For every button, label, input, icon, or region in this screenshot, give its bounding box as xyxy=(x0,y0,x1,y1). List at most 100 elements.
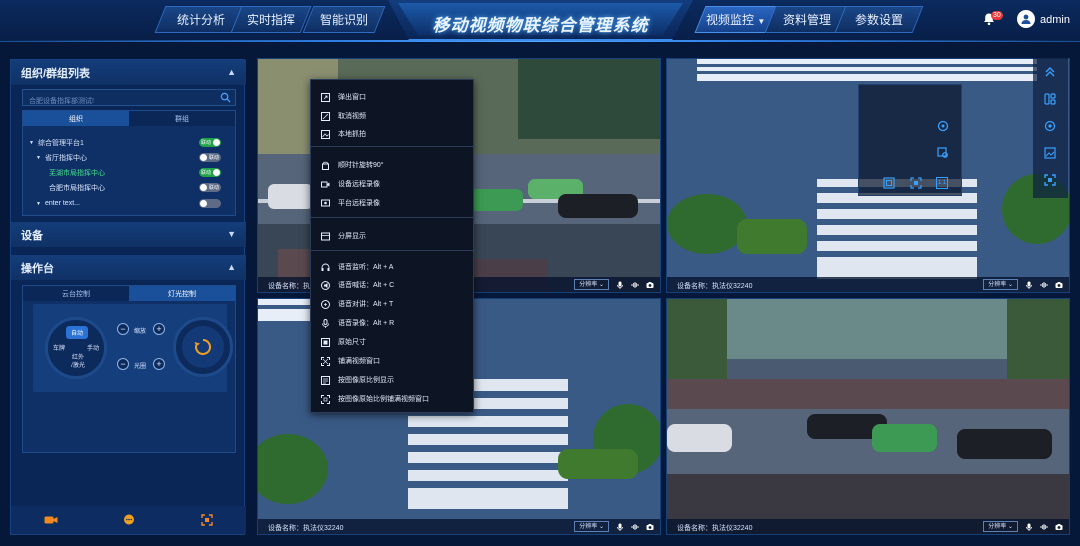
tree-node[interactable]: ▼ enter text... xyxy=(29,197,231,210)
search-icon[interactable] xyxy=(220,92,231,103)
caret-down-icon[interactable]: ▼ xyxy=(29,140,34,146)
camera-snapshot-icon[interactable] xyxy=(1055,523,1063,531)
camera-switch-icon[interactable] xyxy=(1044,120,1056,132)
ptz-control-area: 自动 车牌 手动 红外 /激光 − 缩放 + − 光圈 + xyxy=(33,304,233,392)
username[interactable]: admin xyxy=(1040,14,1070,26)
tree-node-label: 省厅指挥中心 xyxy=(44,154,87,162)
camera-snapshot-icon[interactable] xyxy=(646,281,654,289)
avatar[interactable] xyxy=(1017,10,1035,28)
wheel-bottom-label[interactable]: 红外 /激光 xyxy=(68,354,88,370)
rotate-icon xyxy=(322,161,329,170)
menu-item-original-size[interactable]: 原始尺寸 xyxy=(311,335,475,349)
chevron-up-icon[interactable]: ▲ xyxy=(227,262,236,272)
menu-item-split-screen[interactable]: 分屏显示 xyxy=(311,229,475,243)
tab-organization[interactable]: 组织 xyxy=(23,111,129,126)
menu-item-label: 本地抓拍 xyxy=(338,131,366,138)
org-tree-panel: 组织 群组 ▼ 综合管理平台1 联动 ▼ 省厅指挥中心 联动 芜湖市局指挥中心 … xyxy=(22,110,236,216)
double-chevron-up-icon[interactable] xyxy=(1044,66,1056,78)
menu-item-device-record[interactable]: 设备远程录像 xyxy=(311,177,475,191)
mic-icon[interactable] xyxy=(1025,281,1033,289)
chat-bubble-icon[interactable] xyxy=(123,514,135,526)
menu-item-cancel-video[interactable]: 取消视频 xyxy=(311,109,475,123)
resolution-select[interactable]: 分辨率 ⌄ xyxy=(983,521,1018,532)
nav-tab-smart-recognition[interactable]: 智能识别 xyxy=(302,6,386,33)
tab-ptz-control[interactable]: 云台控制 xyxy=(23,286,129,301)
menu-item-keep-aspect[interactable]: 按图像原比例显示 xyxy=(311,373,475,387)
target-focus-icon[interactable] xyxy=(937,120,949,132)
iris-plus-button[interactable]: + xyxy=(153,358,165,370)
direction-wheel[interactable]: 自动 车牌 手动 红外 /激光 xyxy=(45,317,107,379)
menu-item-aspect-fill[interactable]: 按图像原始比例铺满视频窗口 xyxy=(311,392,475,406)
menu-item-platform-record[interactable]: 平台远程录像 xyxy=(311,196,475,210)
video-window-4[interactable]: 设备名称：执法仪32240 分辨率 ⌄ xyxy=(666,298,1070,535)
menu-item-voice-shout[interactable]: 语音喊话：Alt + C xyxy=(311,278,475,292)
menu-item-voice-record[interactable]: 语音录像：Alt + R xyxy=(311,316,475,330)
device-name-label: 设备名称： xyxy=(268,283,303,290)
panel-title: 组织/群组列表 xyxy=(21,67,91,80)
original-size-icon[interactable] xyxy=(883,177,895,189)
resolution-select[interactable]: 分辨率 ⌄ xyxy=(983,279,1018,290)
zoom-out-button[interactable]: − xyxy=(117,323,129,335)
image-search-icon[interactable] xyxy=(937,147,949,159)
chevron-down-icon[interactable]: ▼ xyxy=(227,229,236,239)
menu-item-voice-listen[interactable]: 语音监听：Alt + A xyxy=(311,260,475,274)
menu-item-rotate[interactable]: 顺时针旋转90° xyxy=(311,158,475,172)
wheel-left-label[interactable]: 车牌 xyxy=(53,343,65,352)
mic-icon[interactable] xyxy=(1025,523,1033,531)
wheel-right-label[interactable]: 手动 xyxy=(87,343,99,352)
caret-down-icon[interactable]: ▼ xyxy=(36,155,41,161)
caret-down-icon[interactable]: ▼ xyxy=(36,201,41,207)
camera-snapshot-icon[interactable] xyxy=(1055,281,1063,289)
mic-icon[interactable] xyxy=(616,281,624,289)
tree-node[interactable]: 合肥市局指挥中心 联动 xyxy=(29,181,231,194)
audio-wave-icon[interactable] xyxy=(1040,281,1048,289)
chevron-up-icon[interactable]: ▲ xyxy=(227,67,236,77)
link-toggle[interactable]: 联动 xyxy=(199,153,221,162)
iris-minus-button[interactable]: − xyxy=(117,358,129,370)
fullscreen-scan-icon[interactable] xyxy=(201,514,213,526)
tab-light-control[interactable]: 灯光控制 xyxy=(129,286,235,301)
menu-item-label: 原始尺寸 xyxy=(338,339,366,346)
fit-window-icon[interactable] xyxy=(910,177,922,189)
menu-item-snapshot[interactable]: 本地抓拍 xyxy=(311,127,475,141)
menu-item-popout[interactable]: 弹出窗口 xyxy=(311,90,475,104)
groups-panel-header[interactable]: 组织/群组列表 ▲ xyxy=(11,60,246,85)
one-to-one-button[interactable]: 1:1 xyxy=(936,177,948,189)
search-field[interactable] xyxy=(22,89,236,109)
device-panel-header[interactable]: 设备 ▼ xyxy=(11,222,246,247)
search-input[interactable] xyxy=(23,94,213,109)
reset-button[interactable] xyxy=(173,317,233,377)
layout-grid-icon[interactable] xyxy=(1044,93,1056,105)
tab-group[interactable]: 群组 xyxy=(129,111,235,126)
menu-item-voice-intercom[interactable]: 语音对讲：Alt + T xyxy=(311,297,475,311)
org-group-tabs: 组织 群组 xyxy=(23,111,235,126)
audio-wave-icon[interactable] xyxy=(631,523,639,531)
tree-node[interactable]: ▼ 省厅指挥中心 联动 xyxy=(29,151,231,164)
link-toggle[interactable]: 联动 xyxy=(199,138,221,147)
link-toggle[interactable]: 联动 xyxy=(199,183,221,192)
zoom-in-button[interactable]: + xyxy=(153,323,165,335)
nav-tab-realtime-command[interactable]: 实时指挥 xyxy=(230,6,312,33)
camera-record-icon[interactable] xyxy=(44,515,58,525)
nav-tab-label: 智能识别 xyxy=(319,13,368,27)
camera-snapshot-icon[interactable] xyxy=(646,523,654,531)
auto-button[interactable]: 自动 xyxy=(66,326,88,339)
audio-wave-icon[interactable] xyxy=(1040,523,1048,531)
video-context-menu: 弹出窗口 取消视频 本地抓拍 顺时针旋转90° 设备远程录像 平台远程录像 分屏… xyxy=(310,79,475,413)
video-right-toolbar xyxy=(1033,58,1068,198)
nav-tab-settings[interactable]: 参数设置 xyxy=(834,6,924,33)
menu-item-label: 设备远程录像 xyxy=(338,181,380,188)
audio-wave-icon[interactable] xyxy=(631,281,639,289)
tree-node-selected[interactable]: 芜湖市局指挥中心 联动 xyxy=(29,166,231,179)
resolution-select[interactable]: 分辨率 ⌄ xyxy=(574,279,609,290)
picture-icon[interactable] xyxy=(1044,147,1056,159)
link-toggle[interactable] xyxy=(199,199,221,208)
console-panel-header[interactable]: 操作台 ▲ xyxy=(11,255,246,280)
tree-node-label[interactable]: enter text... xyxy=(45,200,80,207)
resolution-select[interactable]: 分辨率 ⌄ xyxy=(574,521,609,532)
fullscreen-icon[interactable] xyxy=(1044,174,1056,186)
mic-icon[interactable] xyxy=(616,523,624,531)
link-toggle[interactable]: 联动 xyxy=(199,168,221,177)
menu-item-fill-window[interactable]: 铺满视频窗口 xyxy=(311,354,475,368)
tree-node[interactable]: ▼ 综合管理平台1 联动 xyxy=(29,136,231,149)
